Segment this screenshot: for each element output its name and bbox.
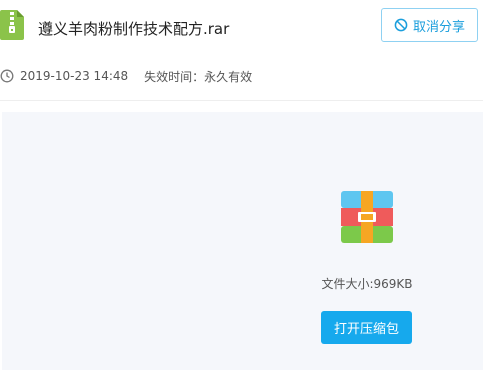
share-meta: 2019-10-23 14:48 失效时间：永久有效 <box>0 67 252 85</box>
file-size: 文件大小:969KB <box>321 277 413 291</box>
cancel-share-label: 取消分享 <box>412 18 465 34</box>
archive-icon <box>341 191 393 243</box>
divider <box>0 100 483 101</box>
compressed-file-icon <box>0 10 24 40</box>
clock-icon <box>0 69 14 83</box>
file-header: 遵义羊肉粉制作技术配方.rar 取消分享 <box>0 0 483 60</box>
share-page: 遵义羊肉粉制作技术配方.rar 取消分享 2019-10-23 14:48 失效… <box>0 0 483 370</box>
ban-icon <box>394 18 408 32</box>
preview-panel: 文件大小:969KB 打开压缩包 <box>2 112 483 370</box>
open-archive-button[interactable]: 打开压缩包 <box>321 311 412 344</box>
share-date: 2019-10-23 14:48 <box>20 69 129 83</box>
file-name: 遵义羊肉粉制作技术配方.rar <box>38 20 230 38</box>
cancel-share-button[interactable]: 取消分享 <box>381 8 478 42</box>
expiry-text: 失效时间：永久有效 <box>144 69 253 84</box>
